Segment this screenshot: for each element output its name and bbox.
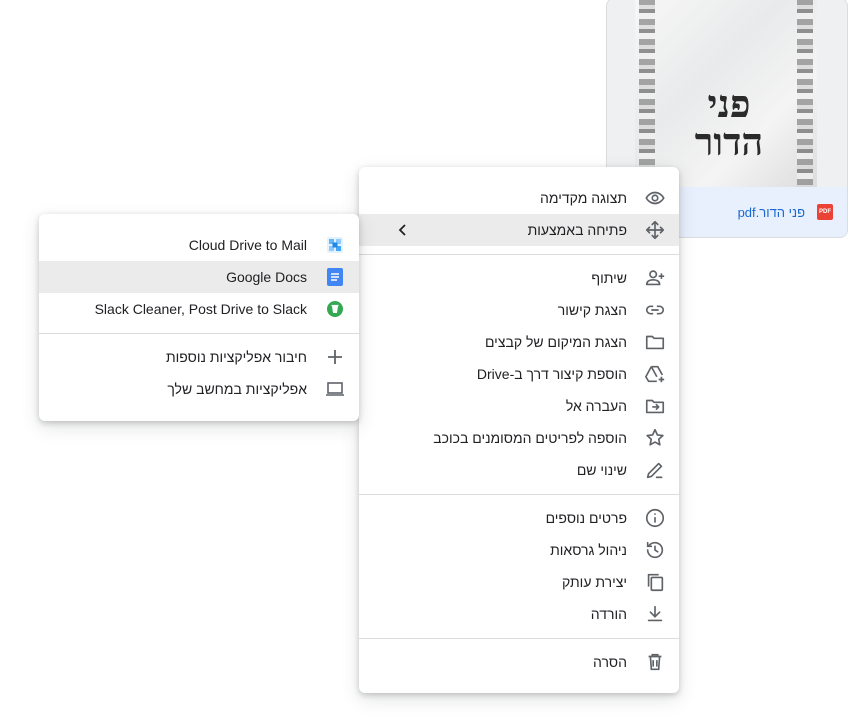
menu-item-add-starred[interactable]: הוספה לפריטים המסומנים בכוכב xyxy=(359,422,679,454)
context-menu: תצוגה מקדימה פתיחה באמצעות שיתוף הצגת קי… xyxy=(359,167,679,693)
submenu-item-label: Google Docs xyxy=(226,269,307,285)
drive-add-icon xyxy=(643,362,667,386)
star-icon xyxy=(643,426,667,450)
menu-item-add-shortcut[interactable]: הוספת קיצור דרך ב-Drive xyxy=(359,358,679,390)
menu-item-get-link[interactable]: הצגת קישור xyxy=(359,294,679,326)
menu-item-label: ניהול גרסאות xyxy=(550,542,627,558)
thumbnail-ornament-left xyxy=(639,0,655,187)
submenu-item-connect-more-apps[interactable]: חיבור אפליקציות נוספות xyxy=(39,341,359,373)
cloud-drive-to-mail-icon xyxy=(323,233,347,257)
menu-item-label: הוספת קיצור דרך ב-Drive xyxy=(476,366,627,382)
menu-item-details[interactable]: פרטים נוספים xyxy=(359,502,679,534)
person-add-icon xyxy=(643,266,667,290)
trash-icon xyxy=(643,650,667,674)
menu-item-manage-versions[interactable]: ניהול גרסאות xyxy=(359,534,679,566)
plus-icon xyxy=(323,345,347,369)
menu-item-label: שיתוף xyxy=(591,270,627,286)
submenu-item-label: אפליקציות במחשב שלך xyxy=(167,381,307,397)
pdf-icon: PDF xyxy=(817,204,833,220)
folder-icon xyxy=(643,330,667,354)
laptop-icon xyxy=(323,377,347,401)
submenu-item-google-docs[interactable]: Google Docs xyxy=(39,261,359,293)
menu-item-make-copy[interactable]: יצירת עותק xyxy=(359,566,679,598)
open-with-submenu: Cloud Drive to Mail Google Docs Slack Cl… xyxy=(39,214,359,421)
info-icon xyxy=(643,506,667,530)
menu-item-share[interactable]: שיתוף xyxy=(359,262,679,294)
menu-item-label: תצוגה מקדימה xyxy=(540,190,627,206)
menu-item-remove[interactable]: הסרה xyxy=(359,646,679,678)
submenu-item-slack-cleaner[interactable]: Slack Cleaner, Post Drive to Slack xyxy=(39,293,359,325)
menu-item-show-location[interactable]: הצגת המיקום של קבצים xyxy=(359,326,679,358)
submenu-item-computer-apps[interactable]: אפליקציות במחשב שלך xyxy=(39,373,359,405)
menu-item-label: הסרה xyxy=(593,654,627,670)
menu-divider xyxy=(359,254,679,255)
folder-move-icon xyxy=(643,394,667,418)
copy-icon xyxy=(643,570,667,594)
menu-item-download[interactable]: הורדה xyxy=(359,598,679,630)
menu-item-open-with[interactable]: פתיחה באמצעות xyxy=(359,214,679,246)
menu-item-preview[interactable]: תצוגה מקדימה xyxy=(359,182,679,214)
menu-item-label: שינוי שם xyxy=(576,462,627,478)
submenu-item-label: Slack Cleaner, Post Drive to Slack xyxy=(94,301,307,317)
menu-item-label: העברה אל xyxy=(565,398,627,414)
menu-item-label: יצירת עותק xyxy=(562,574,627,590)
menu-divider xyxy=(359,494,679,495)
move-arrows-icon xyxy=(643,218,667,242)
menu-item-label: פתיחה באמצעות xyxy=(527,222,627,238)
eye-icon xyxy=(643,186,667,210)
submenu-item-label: חיבור אפליקציות נוספות xyxy=(165,349,307,365)
submenu-divider xyxy=(39,333,359,334)
file-thumbnail: פני הדור xyxy=(607,0,847,187)
menu-item-label: הורדה xyxy=(590,606,627,622)
chevron-left-icon xyxy=(395,222,411,238)
thumbnail-ornament-right xyxy=(797,0,813,187)
menu-item-label: הצגת המיקום של קבצים xyxy=(484,334,627,350)
menu-item-label: הוספה לפריטים המסומנים בכוכב xyxy=(433,430,627,446)
download-icon xyxy=(643,602,667,626)
menu-item-move-to[interactable]: העברה אל xyxy=(359,390,679,422)
link-icon xyxy=(643,298,667,322)
menu-item-label: פרטים נוספים xyxy=(545,510,627,526)
thumbnail-title: פני הדור xyxy=(694,81,764,164)
slack-cleaner-icon xyxy=(323,297,347,321)
menu-divider xyxy=(359,638,679,639)
submenu-item-cloud-drive-to-mail[interactable]: Cloud Drive to Mail xyxy=(39,229,359,261)
menu-item-rename[interactable]: שינוי שם xyxy=(359,454,679,486)
file-name[interactable]: פני הדור.pdf xyxy=(738,205,805,220)
menu-item-label: הצגת קישור xyxy=(557,302,627,318)
pencil-icon xyxy=(643,458,667,482)
history-icon xyxy=(643,538,667,562)
submenu-item-label: Cloud Drive to Mail xyxy=(188,237,307,253)
google-docs-icon xyxy=(323,265,347,289)
